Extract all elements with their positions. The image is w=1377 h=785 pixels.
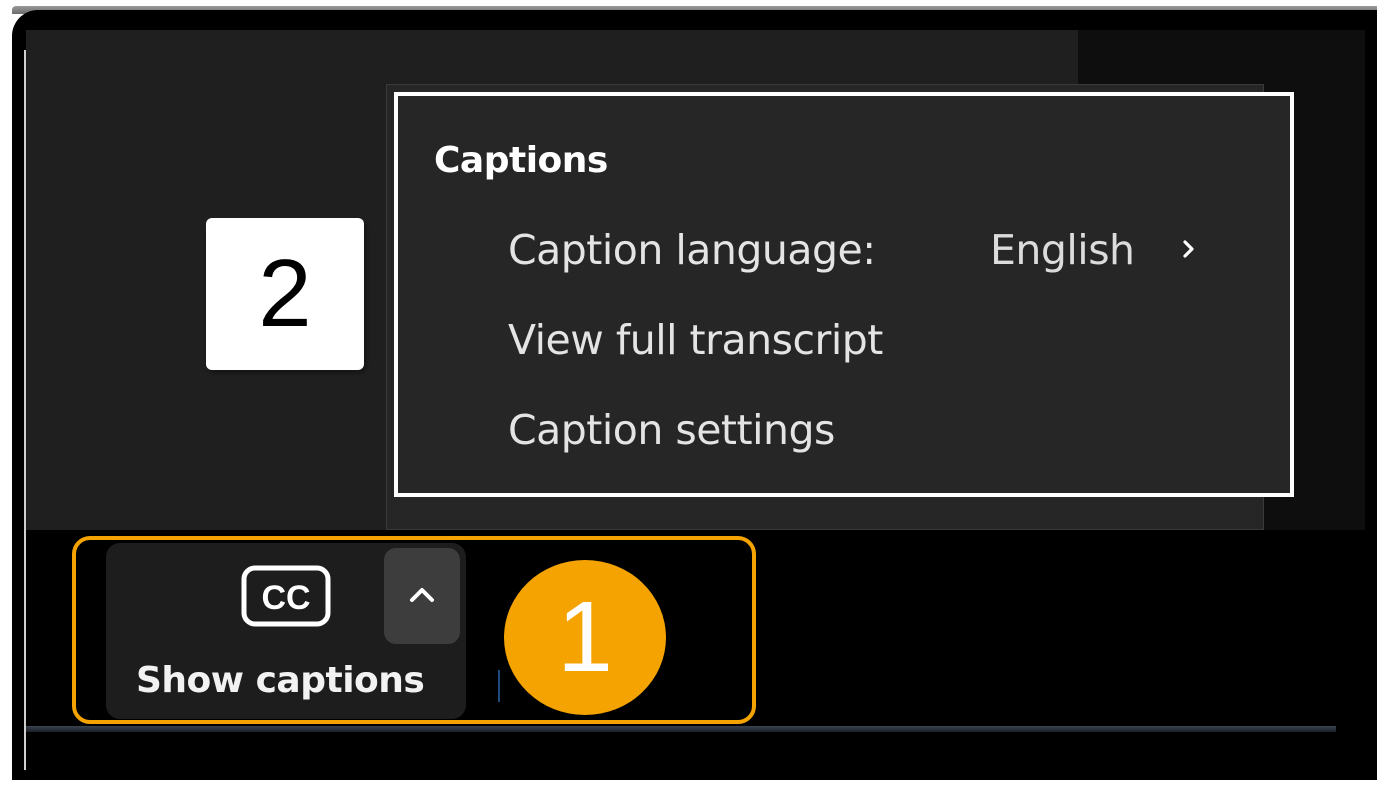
callout-number-2: 2: [206, 218, 364, 370]
chevron-right-icon[interactable]: [1180, 238, 1198, 260]
toolbar-bottom-edge: [26, 726, 1336, 732]
caption-language-menu-item[interactable]: Caption language:: [508, 226, 876, 274]
captions-menu-heading: Captions: [434, 140, 608, 181]
view-full-transcript-menu-item[interactable]: View full transcript: [508, 316, 883, 364]
caption-settings-menu-item[interactable]: Caption settings: [508, 406, 835, 454]
caption-language-value[interactable]: English: [990, 226, 1135, 274]
callout-number-1: 1: [504, 560, 666, 715]
content-area-top: [388, 30, 1078, 86]
